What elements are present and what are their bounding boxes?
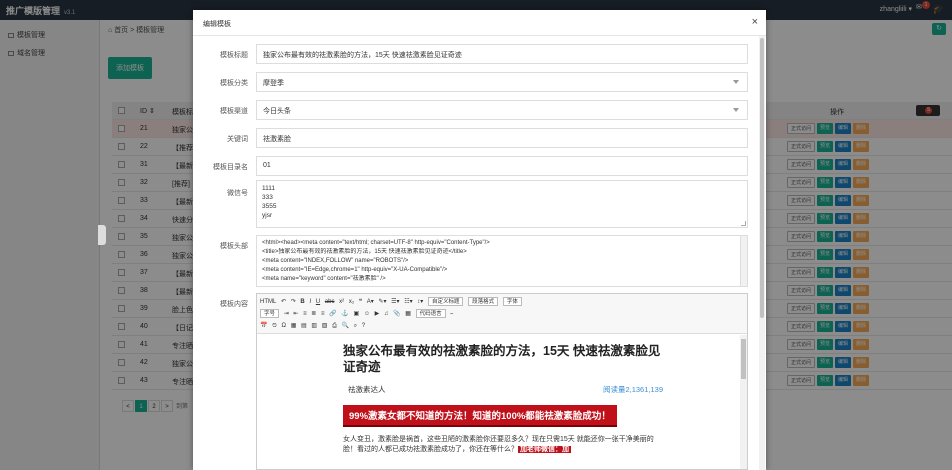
font-color-icon[interactable]: A▾ xyxy=(367,296,374,308)
scrollbar-thumb[interactable] xyxy=(760,38,764,318)
ltr-icon[interactable]: ⇥ xyxy=(284,308,289,320)
field-label-content: 模板内容 xyxy=(220,301,248,308)
toolbar-row-3: 📅 ⏲ Ω ▦ ▤ ▥ ▧ ⎙ 🔍 ⌕ ? xyxy=(260,320,744,332)
edit-template-modal: 编辑模板 × 模板标题 独家公布最有效的祛激素脸的方法，15天 快速祛激素脸见证… xyxy=(193,10,766,470)
map-icon[interactable]: ▦ xyxy=(405,308,411,320)
line-height-icon[interactable]: ↕▾ xyxy=(417,296,423,308)
code-line: <meta name="keyword" content="祛激素脸" /> xyxy=(262,276,386,282)
editor-scrollbar[interactable] xyxy=(740,335,747,469)
head-code-textarea[interactable]: <html><head><meta content="text/html; ch… xyxy=(256,235,748,287)
help-icon[interactable]: ? xyxy=(362,320,365,332)
custom-title-select[interactable]: 自定义标题 xyxy=(427,296,464,306)
article-meta: 祛激素达人 阅读量2,1361,139 xyxy=(343,381,663,399)
video-icon[interactable]: ▶ xyxy=(375,308,380,320)
title-input[interactable]: 独家公布最有效的祛激素脸的方法，15天 快速祛激素脸见证奇迹 xyxy=(256,44,748,64)
editor-content-area[interactable]: 独家公布最有效的祛激素脸的方法，15天 快速祛激素脸见证奇迹 祛激素达人 阅读量… xyxy=(257,335,742,469)
wechat-line: yjsr xyxy=(262,212,273,219)
code-line: <meta content="INDEX,FOLLOW" name="ROBOT… xyxy=(262,258,409,264)
sidebar-collapse-handle[interactable] xyxy=(98,225,106,245)
highlight-icon[interactable]: ✎▾ xyxy=(378,296,386,308)
field-label-head: 模板头部 xyxy=(220,243,248,250)
field-label-keyword: 关键词 xyxy=(227,136,248,143)
article-author: 祛激素达人 xyxy=(348,385,386,394)
code-line: <html><head><meta content="text/html; ch… xyxy=(262,240,490,246)
modal-divider xyxy=(193,35,766,36)
insert-col-icon[interactable]: ▥ xyxy=(311,320,317,332)
strikethrough-icon[interactable]: abc xyxy=(325,296,335,308)
music-icon[interactable]: ♫ xyxy=(384,308,389,320)
field-label-title: 模板标题 xyxy=(220,52,248,59)
code-scrollbar[interactable] xyxy=(740,236,747,286)
special-char-icon[interactable]: Ω xyxy=(282,320,287,332)
paragraph-format-select[interactable]: 段落格式 xyxy=(468,296,499,306)
subscript-icon[interactable]: x₂ xyxy=(349,296,354,308)
resize-handle[interactable] xyxy=(741,221,746,226)
print-icon[interactable]: ⎙ xyxy=(332,320,337,332)
rtl-icon[interactable]: ⇤ xyxy=(293,308,298,320)
insert-row-icon[interactable]: ▤ xyxy=(301,320,307,332)
preview-icon[interactable]: 🔍 xyxy=(342,320,349,332)
html-source-button[interactable]: HTML xyxy=(260,296,276,308)
code-line: <meta content="IE=Edge,chrome=1" http-eq… xyxy=(262,267,448,273)
article-banner: 99%激素女都不知道的方法！知道的100%都能祛激素脸成功！ xyxy=(343,405,617,427)
article-red-tag: 加老师微信：加 xyxy=(518,446,571,453)
font-family-select[interactable]: 字体 xyxy=(502,296,522,306)
emoji-icon[interactable]: ☺ xyxy=(364,308,370,320)
redo-icon[interactable]: ↷ xyxy=(291,296,296,308)
italic-icon[interactable]: I xyxy=(309,296,311,308)
rich-text-editor: HTML ↶ ↷ B I U abc x² x₂ ❝ A▾ ✎▾ ☰▾ ☷▾ ↕… xyxy=(256,293,748,470)
attachment-icon[interactable]: 📎 xyxy=(393,308,400,320)
modal-scrollbar[interactable] xyxy=(759,36,765,470)
merge-cells-icon[interactable]: ▧ xyxy=(322,320,328,332)
quote-icon[interactable]: ❝ xyxy=(359,296,362,308)
field-label-category: 模板分类 xyxy=(220,80,248,87)
article-read-count: 阅读量2,1361,139 xyxy=(602,385,663,394)
table-icon[interactable]: ▦ xyxy=(291,320,297,332)
font-size-select[interactable]: 字号 xyxy=(260,308,280,318)
time-icon[interactable]: ⏲ xyxy=(272,320,277,332)
image-icon[interactable]: ▣ xyxy=(353,308,359,320)
editor-toolbar: HTML ↶ ↷ B I U abc x² x₂ ❝ A▾ ✎▾ ☰▾ ☷▾ ↕… xyxy=(257,294,747,334)
link-icon[interactable]: 🔗 xyxy=(329,308,336,320)
field-label-channel: 模板渠道 xyxy=(220,108,248,115)
channel-select[interactable]: 今日头条 xyxy=(256,100,748,120)
undo-icon[interactable]: ↶ xyxy=(281,296,286,308)
superscript-icon[interactable]: x² xyxy=(339,296,344,308)
keyword-input[interactable]: 祛激素脸 xyxy=(256,128,748,148)
search-replace-icon[interactable]: ⌕ xyxy=(354,320,357,332)
anchor-icon[interactable]: ⚓ xyxy=(341,308,348,320)
code-line: <title>独家公布最有效的祛激素脸的方法，15天 快速祛激素脸见证奇迹</t… xyxy=(262,249,467,255)
article-title: 独家公布最有效的祛激素脸的方法，15天 快速祛激素脸见证奇迹 xyxy=(343,344,661,374)
page-break-icon[interactable]: ⎯ xyxy=(450,308,453,320)
wechat-textarea[interactable]: 1111 333 3555 yjsr xyxy=(256,180,748,228)
toolbar-row-1: HTML ↶ ↷ B I U abc x² x₂ ❝ A▾ ✎▾ ☰▾ ☷▾ ↕… xyxy=(260,296,744,308)
wechat-line: 1111 xyxy=(262,185,276,192)
category-select[interactable]: 摩登季 xyxy=(256,72,748,92)
unordered-list-icon[interactable]: ☷▾ xyxy=(404,296,412,308)
modal-title: 编辑模板 xyxy=(203,21,231,28)
wechat-line: 333 xyxy=(262,194,273,201)
ordered-list-icon[interactable]: ☰▾ xyxy=(391,296,399,308)
article-paragraph: 女人变丑，激素脸是祸首，这些丑陋的激素脸你还要忍多久？现在只需15天 就能还你一… xyxy=(343,436,654,453)
scrollbar-thumb[interactable] xyxy=(741,339,746,379)
bold-icon[interactable]: B xyxy=(300,296,304,308)
align-left-icon[interactable]: ≡ xyxy=(303,308,307,320)
toolbar-row-2: 字号 ⇥ ⇤ ≡ ≣ ≡ 🔗 ⚓ ▣ ☺ ▶ ♫ 📎 ▦ 代码语言 ⎯ xyxy=(260,308,744,320)
dir-input[interactable]: 01 xyxy=(256,156,748,176)
align-center-icon[interactable]: ≣ xyxy=(311,308,316,320)
field-label-dir: 模板目录名 xyxy=(213,164,248,171)
align-right-icon[interactable]: ≡ xyxy=(321,308,325,320)
code-language-select[interactable]: 代码语言 xyxy=(415,308,446,318)
date-icon[interactable]: 📅 xyxy=(260,320,267,332)
underline-icon[interactable]: U xyxy=(316,296,320,308)
wechat-line: 3555 xyxy=(262,203,277,210)
close-icon[interactable]: × xyxy=(752,16,758,28)
field-label-wechat: 微信号 xyxy=(227,190,248,197)
